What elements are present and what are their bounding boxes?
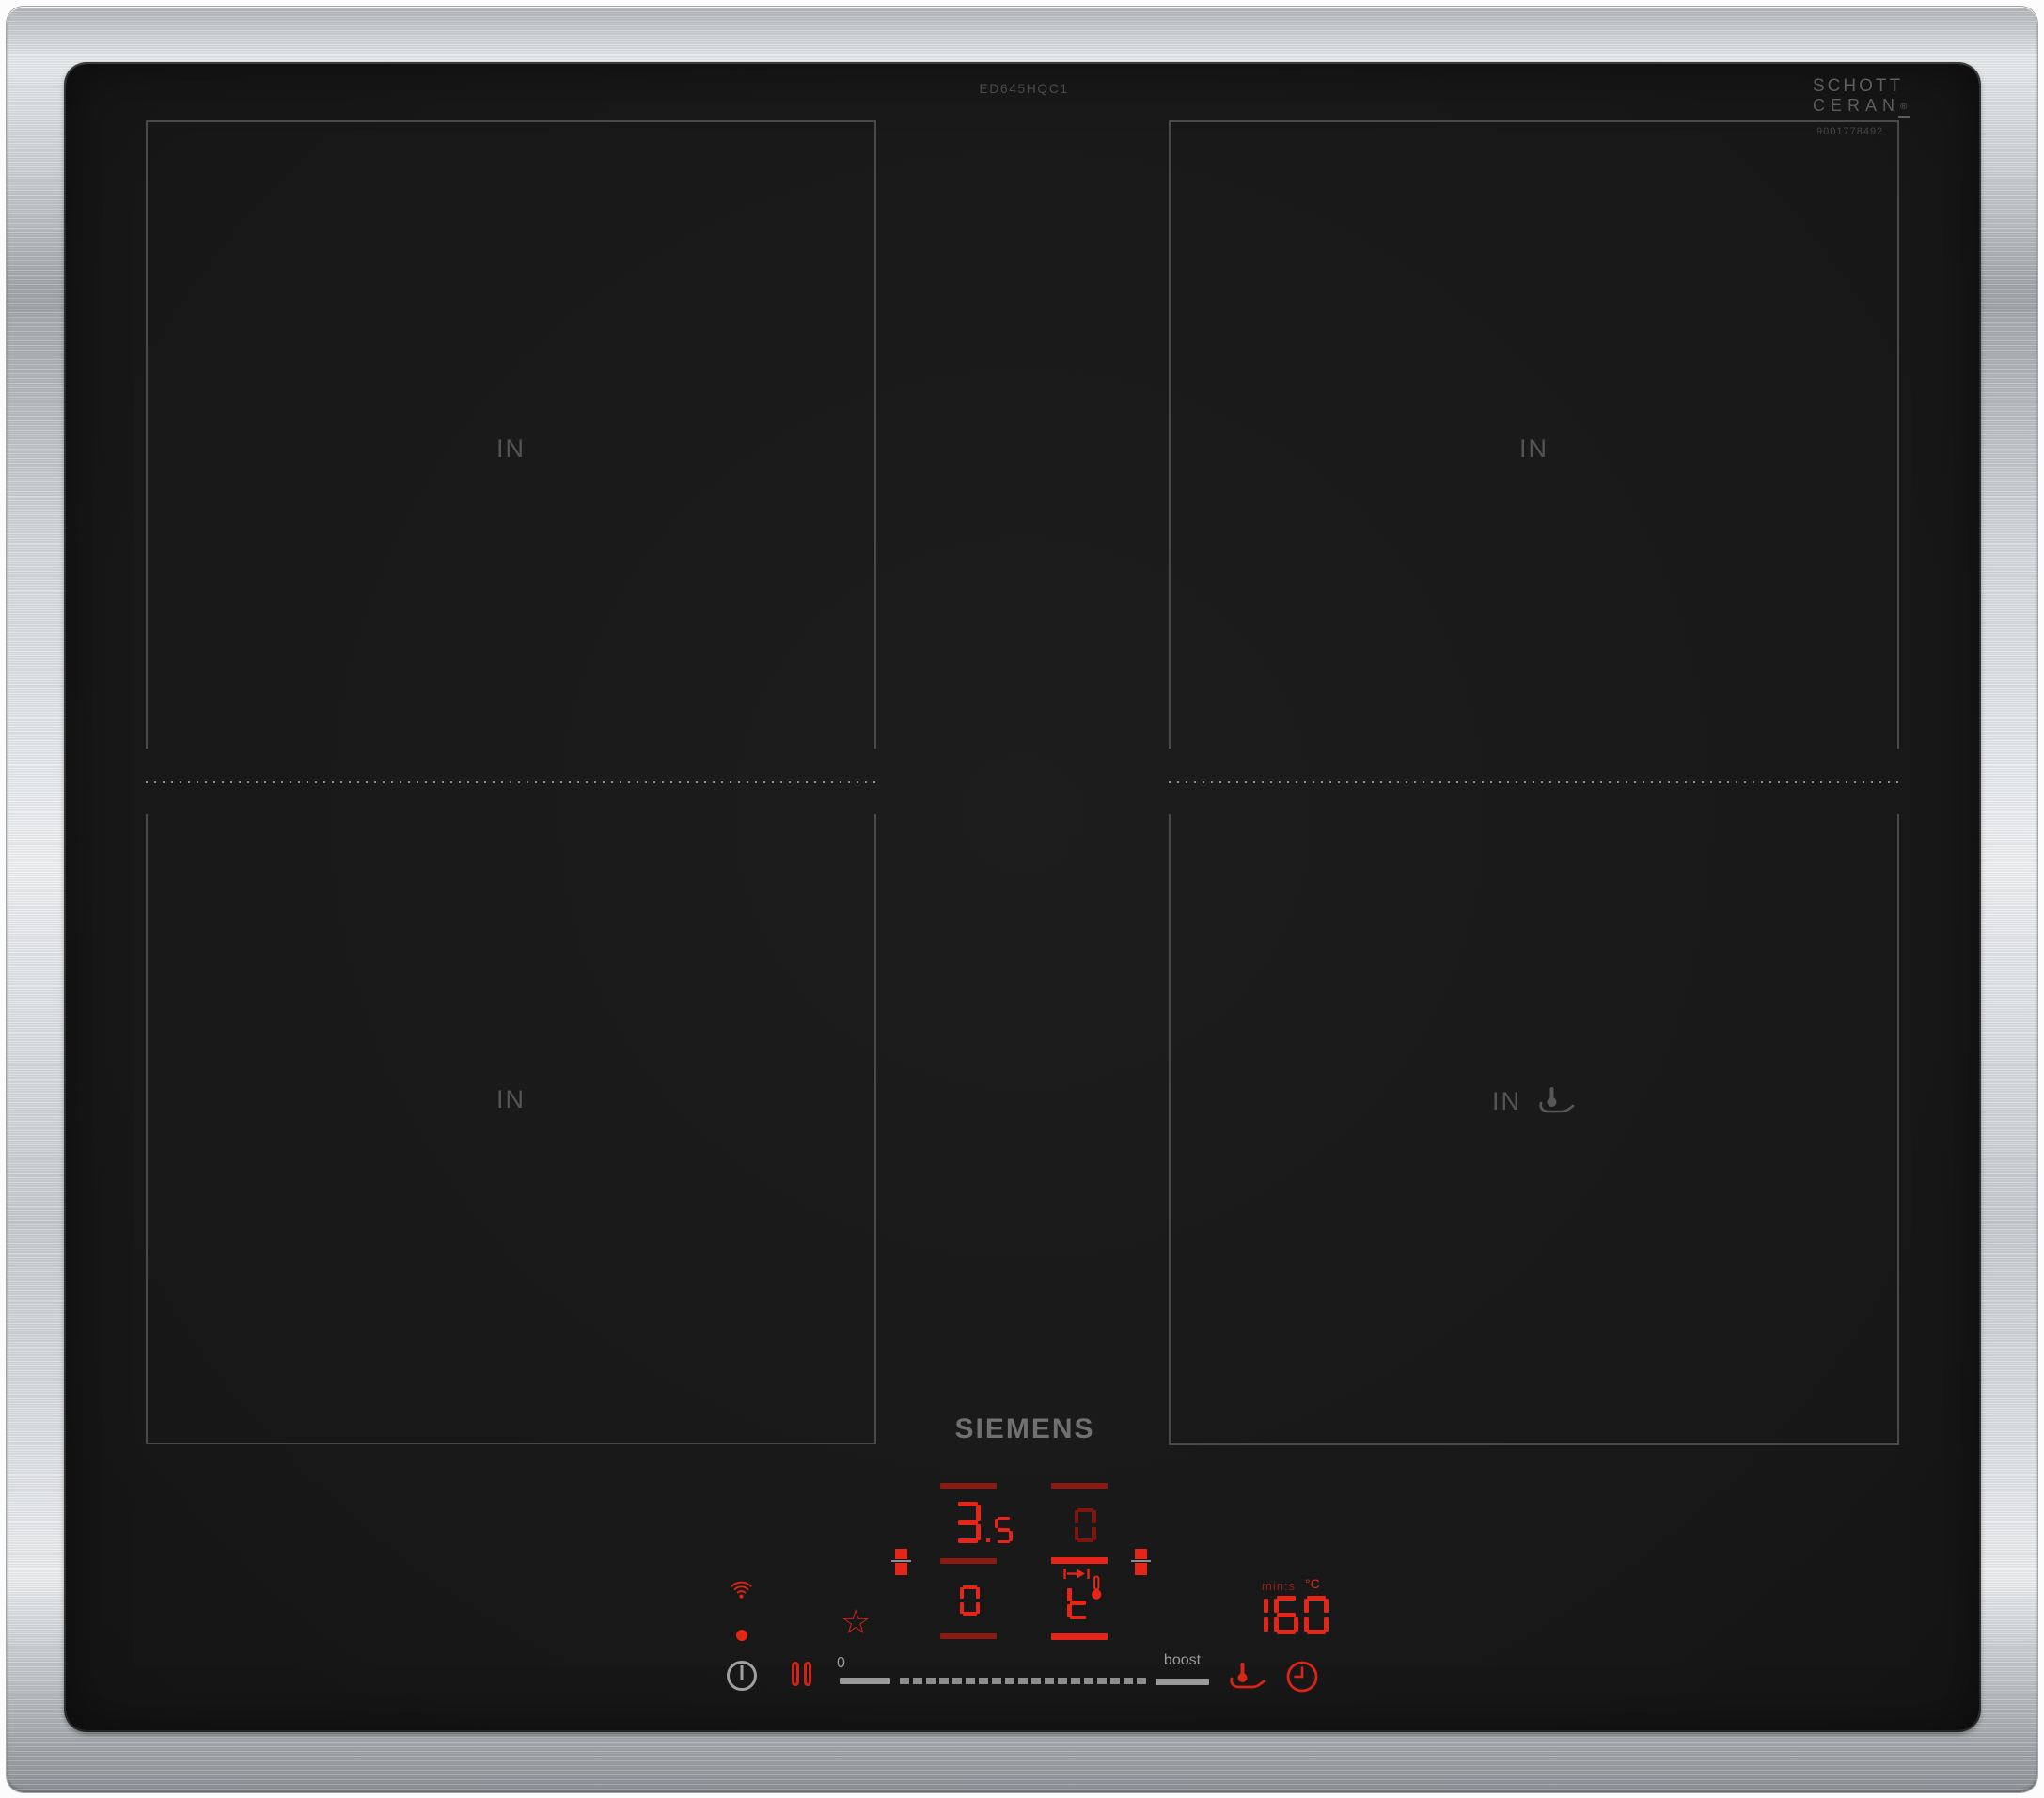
fry-sensor-button[interactable] [1225, 1661, 1266, 1693]
heat-transfer-icon [1063, 1567, 1090, 1581]
led-bar [1051, 1633, 1108, 1640]
led-bar [940, 1633, 997, 1639]
favorite-star-icon[interactable]: ☆ [841, 1606, 871, 1640]
zone-label: IN [496, 434, 526, 463]
fry-sensor-icon [1534, 1085, 1576, 1117]
timer-unit-label: min:s [1262, 1579, 1297, 1593]
power-slider-handle[interactable] [840, 1678, 890, 1684]
led-bar [940, 1483, 997, 1489]
timer-clock-button[interactable] [1284, 1659, 1320, 1695]
siemens-logo: SIEMENS [954, 1413, 1095, 1444]
thermometer-icon [1089, 1575, 1104, 1601]
zone-label: IN [496, 1085, 526, 1113]
right-display-power-level [1072, 1508, 1098, 1542]
model-number-label: ED645HQC1 [979, 81, 1069, 96]
led-bar [1051, 1557, 1108, 1564]
power-button[interactable] [727, 1661, 757, 1691]
cooking-zone-top-right: IN [1169, 120, 1899, 749]
flex-zone-dotted-divider-left [146, 781, 878, 783]
schott-ceran-logo: SCHOTT CERAN® [1813, 76, 1908, 115]
left-display-power-level [951, 1502, 1015, 1543]
wifi-icon [730, 1580, 753, 1600]
cooking-zone-bottom-right: IN [1169, 814, 1899, 1445]
zone-select-cursor-left [891, 1549, 911, 1575]
schott-ceran-line1: SCHOTT [1813, 76, 1904, 96]
right-display-function-indicator [1065, 1586, 1091, 1619]
temperature-unit-label: °C [1305, 1576, 1320, 1591]
boost-label: boost [1163, 1652, 1202, 1668]
led-bar [1051, 1483, 1108, 1489]
induction-hob: ED645HQC1 SCHOTT CERAN® 9001778492 SIEME… [0, 0, 2044, 1798]
pause-button[interactable] [792, 1662, 811, 1686]
power-slider-track[interactable] [900, 1678, 1150, 1684]
cooking-zone-bottom-left: IN [146, 814, 876, 1444]
cooking-zone-top-left: IN [146, 120, 876, 749]
boost-button[interactable] [1156, 1679, 1209, 1685]
zone-select-cursor-right [1131, 1549, 1151, 1575]
status-led-dot [736, 1630, 747, 1641]
left-display-secondary-value [958, 1585, 982, 1616]
registered-mark: ® [1900, 101, 1908, 112]
zone-label: IN [1519, 434, 1549, 463]
flex-zone-dotted-divider-right [1169, 781, 1901, 783]
timer-display-value [1241, 1596, 1331, 1634]
schott-ceran-line2: CERAN® [1813, 95, 1908, 115]
slider-min-label: 0 [837, 1655, 845, 1671]
zone-label: IN [1171, 1085, 1897, 1117]
led-bar [940, 1558, 997, 1564]
